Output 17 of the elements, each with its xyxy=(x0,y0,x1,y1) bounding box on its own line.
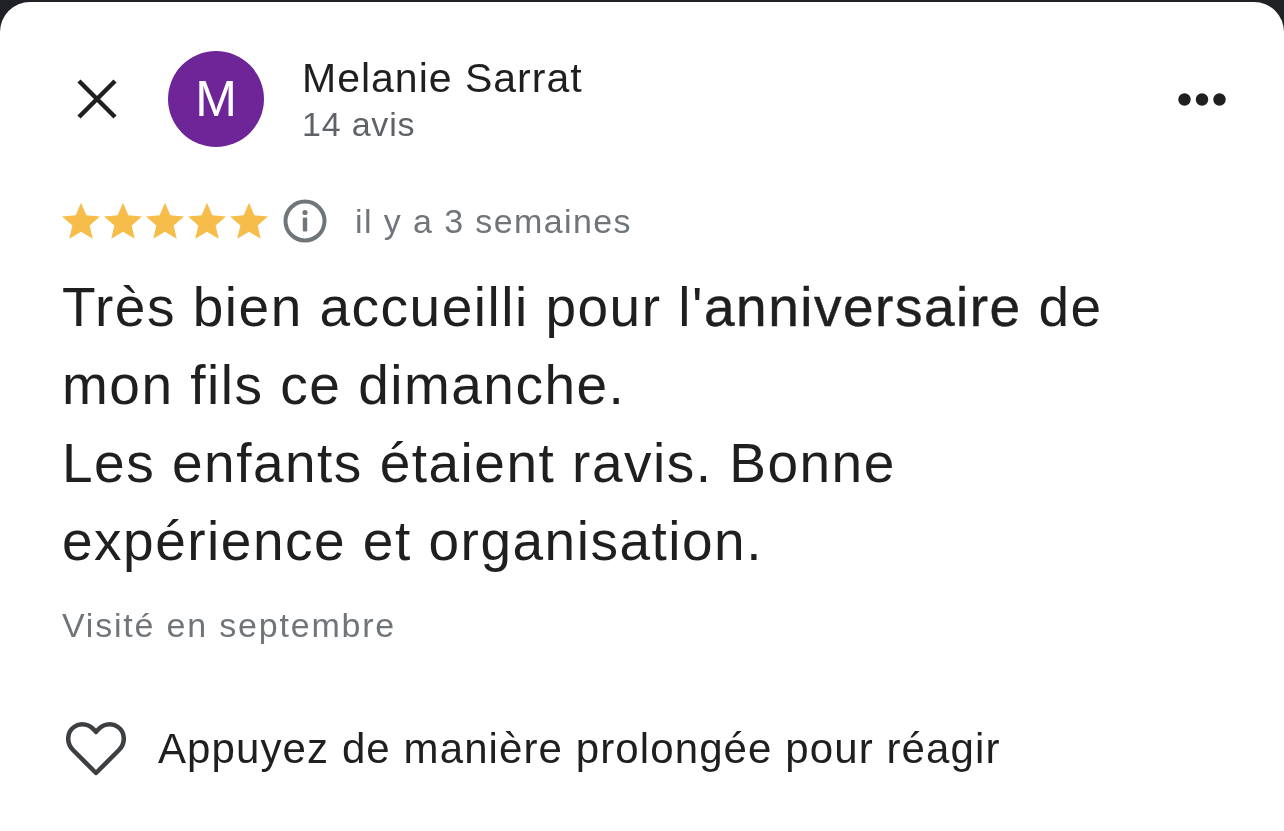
more-icon xyxy=(1178,92,1226,106)
star-icon xyxy=(62,202,100,240)
star-icon xyxy=(230,202,268,240)
reviewer-name: Melanie Sarrat xyxy=(302,54,583,103)
avatar: M xyxy=(168,51,264,147)
review-count: 14 avis xyxy=(302,104,416,145)
star-icon xyxy=(188,202,226,240)
close-icon xyxy=(76,78,118,120)
review-text: Très bien accueilli pour l'anniversaire de mon fils ce dimanche. xyxy=(62,275,1104,418)
star-icon xyxy=(146,202,184,240)
heart-icon[interactable] xyxy=(66,721,126,777)
review-text: Les enfants étaient ravis. Bonne expérience et organisation. xyxy=(62,431,897,574)
visit-date: Visité en septembre xyxy=(62,605,397,645)
star-icon xyxy=(104,202,142,240)
reaction-hint: Appuyez de manière prolongée pour réagir xyxy=(158,724,1001,774)
review-time: il y a 3 semaines xyxy=(355,201,633,242)
info-icon[interactable] xyxy=(283,199,327,243)
